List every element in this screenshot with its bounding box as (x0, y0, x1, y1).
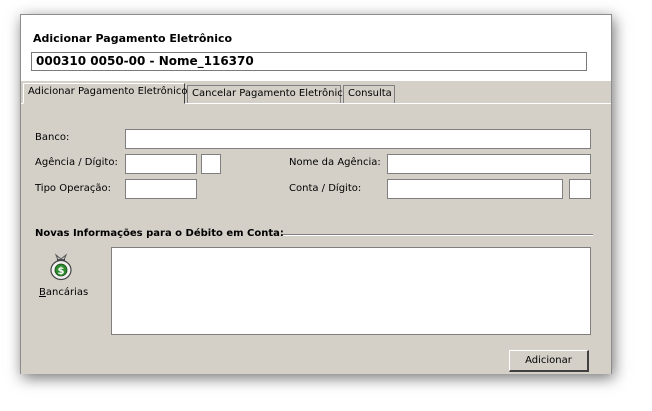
bancarias-button-label[interactable]: Bancárias (39, 287, 88, 298)
tab-cancelar-pagamento[interactable]: Cancelar Pagamento Eletrônico (187, 85, 349, 103)
tab-panel: Banco: Agência / Dígito: Nome da Agência… (21, 103, 611, 374)
conta-digito-field[interactable] (569, 179, 591, 199)
tab-adicionar-pagamento[interactable]: Adicionar Pagamento Eletrônico (23, 83, 188, 104)
agencia-label: Agência / Dígito: (35, 157, 118, 168)
svg-text:$: $ (58, 266, 65, 277)
dialog-window: Adicionar Pagamento Eletrônico 000310 00… (20, 14, 612, 374)
tab-strip: Adicionar Pagamento Eletrônico Cancelar … (21, 83, 611, 104)
conta-field[interactable] (387, 179, 563, 199)
section-title: Novas Informações para o Débito em Conta… (35, 228, 284, 239)
tipo-operacao-label: Tipo Operação: (35, 183, 111, 194)
new-info-textarea[interactable] (111, 247, 591, 335)
section-divider (283, 234, 593, 236)
agencia-field[interactable] (125, 154, 197, 174)
tab-consulta[interactable]: Consulta (343, 85, 395, 103)
dialog-header: Adicionar Pagamento Eletrônico 000310 00… (21, 15, 611, 81)
nome-agencia-label: Nome da Agência: (289, 157, 381, 168)
agencia-digito-field[interactable] (201, 154, 221, 174)
banco-label: Banco: (35, 132, 70, 143)
money-bag-icon[interactable]: $ (47, 253, 75, 281)
record-identifier: 000310 0050-00 - Nome_116370 (31, 52, 587, 71)
tipo-operacao-field[interactable] (125, 179, 197, 199)
banco-field[interactable] (125, 129, 591, 149)
conta-label: Conta / Dígito: (289, 183, 362, 194)
add-button[interactable]: Adicionar (509, 350, 589, 372)
nome-agencia-field[interactable] (387, 154, 591, 174)
window-title: Adicionar Pagamento Eletrônico (33, 32, 233, 45)
